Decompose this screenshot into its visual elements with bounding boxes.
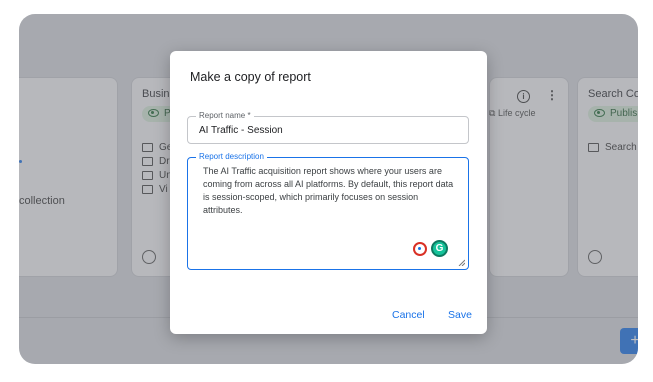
report-name-field[interactable]: Report name * (187, 111, 469, 144)
report-description-input[interactable]: The AI Traffic acquisition report shows … (203, 165, 458, 250)
resize-handle-icon[interactable] (458, 259, 465, 266)
copy-report-dialog: Make a copy of report Report name * Repo… (170, 51, 487, 334)
save-button[interactable]: Save (448, 309, 472, 321)
report-description-label: Report description (196, 152, 267, 162)
cancel-button[interactable]: Cancel (392, 309, 425, 321)
report-description-field[interactable]: Report description The AI Traffic acquis… (187, 152, 469, 270)
grammarly-icon[interactable]: G (431, 240, 448, 257)
report-name-input[interactable] (199, 125, 449, 136)
dialog-title: Make a copy of report (190, 70, 311, 84)
extension-target-icon[interactable] (413, 242, 427, 256)
report-name-label: Report name * (196, 111, 254, 121)
